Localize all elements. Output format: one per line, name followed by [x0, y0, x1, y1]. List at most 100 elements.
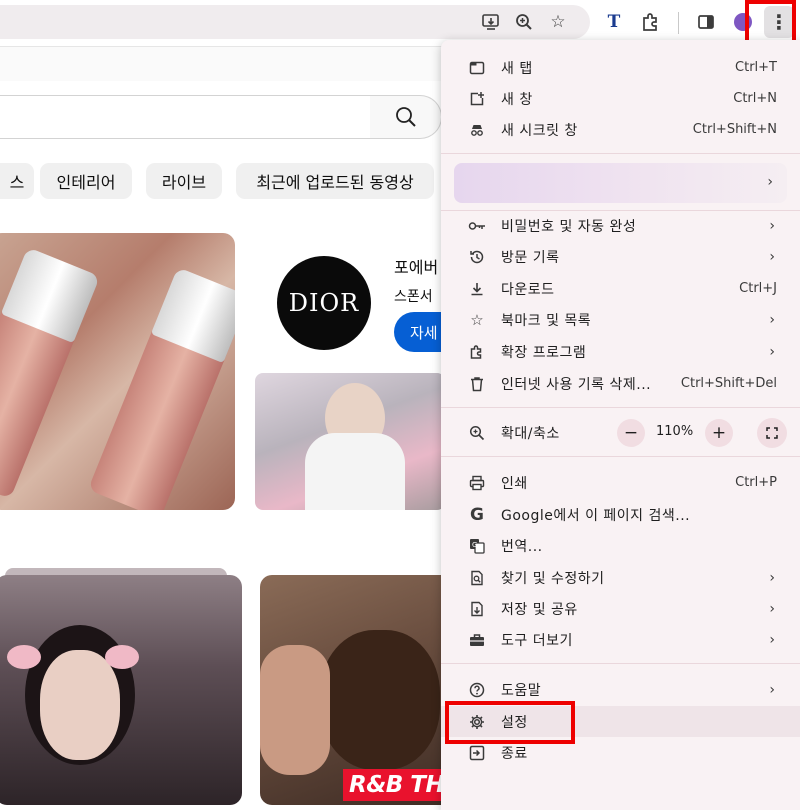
zoom-level: 110% — [656, 424, 694, 439]
menu-item-label: 도움말 — [501, 682, 542, 699]
menu-item-extensions[interactable]: 확장 프로그램 › — [441, 336, 800, 367]
menu-item-label: 인쇄 — [501, 475, 528, 492]
menu-item-shortcut: Ctrl+N — [733, 91, 777, 106]
menu-item-clear-browsing-data[interactable]: 인터넷 사용 기록 삭제... Ctrl+Shift+Del — [441, 368, 800, 399]
menu-divider — [441, 456, 800, 457]
new-window-icon — [467, 89, 487, 109]
chevron-right-icon: › — [769, 311, 775, 328]
help-icon — [467, 680, 487, 700]
menu-item-label: 방문 기록 — [501, 249, 560, 266]
save-share-icon — [467, 599, 487, 619]
exit-icon — [467, 743, 487, 763]
chevron-right-icon: › — [769, 569, 775, 586]
chip-recent-uploads[interactable]: 최근에 업로드된 동영상 — [236, 163, 434, 199]
svg-text:G: G — [472, 541, 477, 549]
fullscreen-icon — [766, 427, 778, 439]
minus-icon: − — [623, 423, 639, 443]
menu-item-translate[interactable]: G 번역... — [441, 530, 800, 561]
zoom-out-button[interactable]: − — [617, 419, 645, 447]
menu-item-save-share[interactable]: 저장 및 공유 › — [441, 593, 800, 624]
menu-item-label: 확대/축소 — [501, 425, 560, 442]
menu-item-label: 새 창 — [501, 91, 533, 108]
history-icon — [467, 247, 487, 267]
menu-item-label: 찾기 및 수정하기 — [501, 570, 605, 587]
find-edit-icon — [467, 568, 487, 588]
settings-gear-icon — [467, 712, 487, 732]
advertiser-logo-text: DIOR — [288, 289, 360, 317]
menu-item-label: Google에서 이 페이지 검색... — [501, 507, 691, 524]
menu-item-shortcut: Ctrl+Shift+Del — [680, 376, 777, 391]
advertiser-logo[interactable]: DIOR — [277, 256, 371, 350]
chevron-right-icon: › — [769, 600, 775, 617]
menu-item-passwords-autofill[interactable]: 비밀번호 및 자동 완성 › — [441, 210, 800, 241]
search-button[interactable] — [370, 95, 442, 139]
ad-sponsor-label: 스폰서 — [394, 289, 433, 305]
product-bottle-image — [87, 267, 235, 510]
side-panel-icon[interactable] — [692, 8, 720, 36]
new-tab-icon — [467, 58, 487, 78]
product-bottle-image — [0, 247, 101, 499]
menu-divider — [441, 407, 800, 408]
menu-item-label: 새 탭 — [501, 60, 533, 77]
video-thumbnail[interactable] — [0, 575, 242, 805]
menu-item-help[interactable]: 도움말 › — [441, 674, 800, 705]
google-icon: G — [470, 504, 484, 525]
bookmark-star-icon[interactable]: ☆ — [544, 8, 572, 36]
menu-item-downloads[interactable]: 다운로드 Ctrl+J — [441, 273, 800, 304]
ad-thumbnail[interactable] — [0, 233, 235, 510]
chip-1[interactable]: 스 — [0, 163, 34, 199]
translate-extension-icon[interactable]: T — [600, 8, 628, 36]
menu-item-print[interactable]: 인쇄 Ctrl+P — [441, 467, 800, 498]
zoom-in-button[interactable]: + — [705, 419, 733, 447]
menu-divider — [441, 663, 800, 664]
key-icon — [467, 216, 487, 236]
toolbar-separator — [678, 12, 679, 34]
chip-live[interactable]: 라이브 — [146, 163, 222, 199]
menu-item-more-tools[interactable]: 도구 더보기 › — [441, 624, 800, 655]
chevron-right-icon: › — [769, 631, 775, 648]
menu-item-label: 비밀번호 및 자동 완성 — [501, 218, 637, 235]
download-icon — [467, 279, 487, 299]
menu-item-label: 새 시크릿 창 — [501, 122, 578, 139]
chip-label: 인테리어 — [56, 173, 116, 192]
profile-avatar[interactable] — [734, 13, 752, 31]
zoom-icon[interactable] — [510, 8, 538, 36]
chevron-right-icon: › — [769, 248, 775, 265]
chip-label: 스 — [9, 173, 25, 192]
chip-label: 라이브 — [161, 173, 207, 192]
menu-item-history[interactable]: 방문 기록 › — [441, 241, 800, 272]
chevron-right-icon: › — [769, 343, 775, 360]
menu-item-label: 설정 — [501, 714, 528, 731]
menu-item-shortcut: Ctrl+J — [739, 281, 777, 296]
menu-item-label: 확장 프로그램 — [501, 344, 587, 361]
menu-item-shortcut: Ctrl+T — [735, 60, 777, 75]
star-icon: ☆ — [470, 310, 484, 329]
zoom-icon — [467, 423, 487, 443]
menu-item-label: 저장 및 공유 — [501, 601, 578, 618]
menu-item-label: 번역... — [501, 538, 543, 555]
menu-item-shortcut: Ctrl+Shift+N — [692, 122, 777, 137]
menu-profile-row[interactable]: › — [454, 163, 787, 203]
menu-item-new-incognito[interactable]: 새 시크릿 창 Ctrl+Shift+N — [441, 114, 800, 145]
more-menu-icon: ⋮ — [769, 10, 789, 34]
ad-video-thumbnail[interactable] — [255, 373, 445, 510]
install-app-icon[interactable] — [477, 8, 505, 36]
chip-interior[interactable]: 인테리어 — [40, 163, 132, 199]
menu-item-find-edit[interactable]: 찾기 및 수정하기 › — [441, 562, 800, 593]
incognito-icon — [467, 120, 487, 140]
chevron-right-icon: › — [769, 217, 775, 234]
more-menu-button[interactable]: ⋮ — [764, 6, 794, 38]
trash-icon — [467, 374, 487, 394]
menu-item-new-tab[interactable]: 새 탭 Ctrl+T — [441, 52, 800, 83]
menu-item-settings[interactable]: 설정 — [441, 706, 800, 737]
extensions-icon[interactable] — [636, 8, 664, 36]
menu-item-exit[interactable]: 종료 — [441, 737, 800, 768]
menu-item-bookmarks[interactable]: ☆ 북마크 및 목록 › — [441, 304, 800, 335]
menu-item-new-window[interactable]: 새 창 Ctrl+N — [441, 83, 800, 114]
fullscreen-button[interactable] — [757, 418, 787, 448]
ad-title[interactable]: 포에버 — [394, 254, 438, 278]
translate-icon: G — [467, 536, 487, 556]
menu-item-label: 도구 더보기 — [501, 632, 573, 649]
menu-item-search-page-google[interactable]: G Google에서 이 페이지 검색... — [441, 499, 800, 530]
search-input[interactable] — [0, 95, 372, 139]
